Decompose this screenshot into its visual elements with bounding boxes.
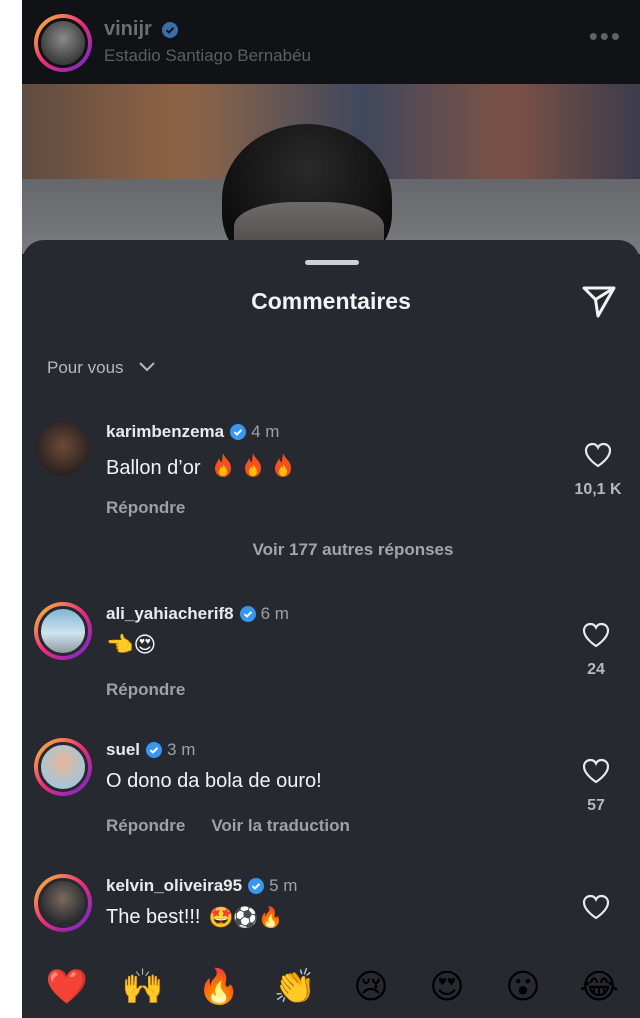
reaction-surprised[interactable]: 😮 (500, 964, 546, 1010)
comment-time: 5 m (269, 876, 298, 895)
reply-button[interactable]: Répondre (106, 498, 185, 518)
sort-filter-dropdown[interactable]: Pour vous (47, 358, 156, 378)
reaction-raised-hands[interactable]: 🙌 (120, 964, 166, 1010)
comment-text-body: The best!!! (106, 906, 201, 928)
comment-username[interactable]: ali_yahiacherif8 (106, 604, 234, 624)
reaction-fire[interactable]: 🔥 (196, 964, 242, 1010)
comment-avatar[interactable] (34, 602, 92, 660)
post-author-avatar[interactable] (34, 14, 92, 72)
fire-emoji-icon (271, 452, 295, 484)
reaction-crying[interactable]: 😢 (348, 964, 394, 1010)
chevron-down-icon (138, 358, 156, 378)
app-screen: vinijr Estadio Santiago Bernabéu ••• Com… (22, 0, 640, 1018)
reaction-heart-eyes[interactable]: 😍 (424, 964, 470, 1010)
quick-reaction-bar: ❤️ 🙌 🔥 👏 😢 😍 😮 😂 (22, 928, 640, 1018)
like-count: 24 (587, 661, 605, 678)
comment-username[interactable]: karimbenzema (106, 422, 224, 442)
post-location[interactable]: Estadio Santiago Bernabéu (104, 46, 311, 66)
verified-icon (230, 424, 247, 440)
verified-icon (248, 878, 265, 894)
comment-username[interactable]: kelvin_oliveira95 (106, 876, 242, 896)
reaction-clap[interactable]: 👏 (272, 964, 318, 1010)
comment-avatar[interactable] (34, 738, 92, 796)
comment-text: 👈😍 (106, 634, 156, 656)
post-image[interactable] (22, 84, 640, 254)
reaction-laughing[interactable]: 😂 (576, 964, 622, 1010)
see-translation-button[interactable]: Voir la traduction (211, 816, 350, 836)
reaction-heart[interactable]: ❤️ (44, 964, 90, 1010)
verified-icon (239, 606, 256, 622)
fire-emoji-icon (211, 452, 235, 484)
comment-text: The best!!! 🤩⚽🔥 (106, 906, 283, 929)
drag-handle[interactable] (305, 260, 359, 265)
comment-time: 6 m (260, 604, 289, 623)
heart-icon[interactable] (566, 758, 626, 789)
heart-icon[interactable] (566, 894, 626, 925)
comment-emojis: 👈😍 (106, 632, 157, 657)
post-author-username[interactable]: vinijr (104, 18, 152, 41)
comment-text: O dono da bola de ouro! (106, 770, 322, 792)
like-count: 57 (587, 797, 605, 814)
reply-button[interactable]: Répondre (106, 680, 185, 700)
comment-text: Ballon d’or (106, 452, 295, 484)
comment-avatar[interactable] (34, 420, 92, 478)
heart-icon[interactable] (568, 442, 628, 473)
more-dots-icon[interactable]: ••• (589, 23, 622, 49)
like-count: 10,1 K (574, 481, 622, 498)
comment-avatar[interactable] (34, 874, 92, 932)
fire-emoji-icon (241, 452, 265, 484)
comment-text-body: Ballon d’or (106, 456, 201, 479)
view-more-replies-button[interactable]: Voir 177 autres réponses (209, 540, 454, 559)
share-send-icon[interactable] (580, 282, 618, 320)
verified-icon (146, 742, 163, 758)
comment-username[interactable]: suel (106, 740, 140, 760)
comments-sheet: Commentaires Pour vous karimbenzema 4 m … (22, 240, 640, 1018)
heart-icon[interactable] (566, 622, 626, 653)
sort-filter-label: Pour vous (47, 358, 124, 377)
comment-time: 4 m (251, 422, 280, 441)
comment-time: 3 m (167, 740, 196, 759)
comment-emojis: 🤩⚽🔥 (208, 906, 284, 929)
view-replies-row: Voir 177 autres réponses (22, 540, 640, 560)
reply-button[interactable]: Répondre (106, 816, 185, 836)
comments-title: Commentaires (251, 288, 411, 314)
verified-icon (162, 22, 178, 43)
post-header: vinijr Estadio Santiago Bernabéu ••• (22, 0, 640, 84)
